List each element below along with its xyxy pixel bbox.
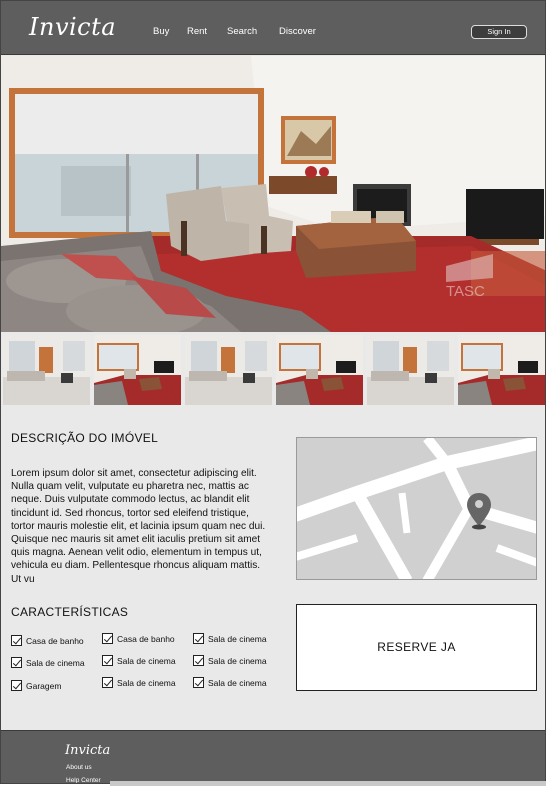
- checkbox-item[interactable]: Sala de cinema: [102, 655, 176, 666]
- thumbnail-1[interactable]: [3, 335, 90, 405]
- checkbox-item[interactable]: Sala de cinema: [193, 655, 267, 666]
- checkbox-label: Casa de banho: [26, 635, 84, 646]
- checkbox-item[interactable]: Sala de cinema: [193, 677, 267, 688]
- checkbox-item[interactable]: Sala de cinema: [102, 677, 176, 688]
- nav-search[interactable]: Search: [227, 26, 257, 37]
- checkbox-item[interactable]: Sala de cinema: [11, 657, 85, 668]
- check-icon[interactable]: [102, 655, 113, 666]
- thumbnail-5[interactable]: [367, 335, 454, 405]
- thumbnail-6[interactable]: [458, 335, 545, 405]
- checkbox-item[interactable]: Casa de banho: [11, 635, 84, 646]
- logo[interactable]: Invicta: [29, 13, 116, 41]
- checkbox-item[interactable]: Casa de banho: [102, 633, 175, 644]
- signin-button[interactable]: Sign In: [471, 25, 527, 39]
- check-icon[interactable]: [193, 677, 204, 688]
- check-icon[interactable]: [193, 655, 204, 666]
- checkbox-label: Garagem: [26, 680, 62, 691]
- checkbox-label: Sala de cinema: [208, 633, 267, 644]
- description-text: Lorem ipsum dolor sit amet, consectetur …: [11, 468, 266, 585]
- check-icon[interactable]: [11, 657, 22, 668]
- check-icon[interactable]: [102, 633, 113, 644]
- check-icon[interactable]: [11, 635, 22, 646]
- footer-link-about[interactable]: About us: [66, 764, 92, 771]
- header-bar: Invicta Buy Rent Search Discover Sign In: [1, 1, 545, 55]
- footer-logo[interactable]: Invicta: [65, 743, 110, 758]
- horizontal-scrollbar[interactable]: [110, 781, 546, 786]
- checkbox-item[interactable]: Garagem: [11, 680, 61, 691]
- reserve-button[interactable]: RESERVE JA: [296, 604, 537, 691]
- nav-rent[interactable]: Rent: [187, 26, 207, 37]
- thumbnail-2[interactable]: [94, 335, 181, 405]
- thumbnail-3[interactable]: [185, 335, 272, 405]
- characteristics-title: CARACTERÍSTICAS: [11, 605, 129, 619]
- hero-watermark-text: TASC: [446, 283, 485, 300]
- nav-discover[interactable]: Discover: [279, 26, 316, 37]
- checkbox-label: Casa de banho: [117, 633, 175, 644]
- checkbox-label: Sala de cinema: [208, 677, 267, 688]
- page-frame: Invicta Buy Rent Search Discover Sign In: [0, 0, 546, 784]
- checkbox-label: Sala de cinema: [26, 657, 85, 668]
- check-icon[interactable]: [11, 680, 22, 691]
- check-icon[interactable]: [102, 677, 113, 688]
- footer: Invicta About us Help Center: [1, 730, 545, 783]
- thumbnail-4[interactable]: [276, 335, 363, 405]
- checkbox-label: Sala de cinema: [117, 655, 176, 666]
- thumbnail-strip: [3, 335, 545, 405]
- check-icon[interactable]: [193, 633, 204, 644]
- hero-image[interactable]: TASC: [1, 56, 545, 332]
- checkbox-label: Sala de cinema: [117, 677, 176, 688]
- footer-link-help[interactable]: Help Center: [66, 777, 101, 783]
- description-title: DESCRIÇÃO DO IMÓVEL: [11, 431, 159, 445]
- location-map[interactable]: [296, 437, 537, 580]
- checkbox-item[interactable]: Sala de cinema: [193, 633, 267, 644]
- nav-buy[interactable]: Buy: [153, 26, 169, 37]
- checkbox-label: Sala de cinema: [208, 655, 267, 666]
